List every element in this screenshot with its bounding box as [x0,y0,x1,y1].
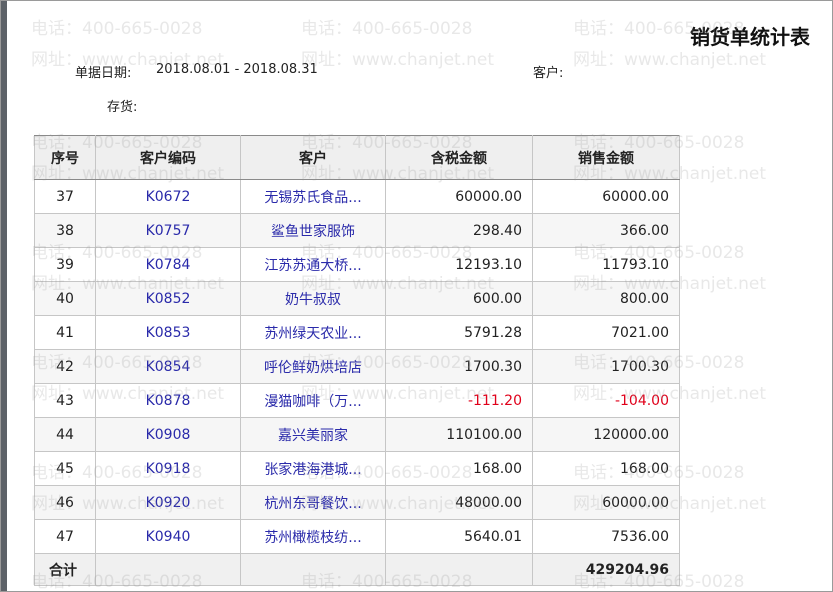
cell-sales-amount: 7536.00 [532,519,680,554]
cell-seq: 41 [34,315,96,350]
table-row[interactable]: 39 K0784 江苏苏通大桥... 12193.10 11793.10 [34,247,680,282]
column-header-customer-code[interactable]: 客户编码 [95,135,241,180]
table-row[interactable]: 45 K0918 张家港海港城... 168.00 168.00 [34,451,680,486]
cell-tax-amount: 5640.01 [385,519,533,554]
cell-customer-name[interactable]: 苏州绿天农业... [240,315,386,350]
cell-sales-amount: 800.00 [532,281,680,316]
watermark-site: 网址：www.chanjet.net [301,50,495,70]
column-header-customer[interactable]: 客户 [240,135,386,180]
cell-customer-name[interactable]: 嘉兴美丽家 [240,417,386,452]
cell-sales-amount: 168.00 [532,451,680,486]
cell-customer-name[interactable]: 苏州橄榄枝纺... [240,519,386,554]
cell-customer-code[interactable]: K0940 [95,519,241,554]
watermark-phone: 电话：400-665-0028 [31,19,203,39]
report-title: 销货单统计表 [690,25,810,49]
table-body: 37 K0672 无锡苏氏食品... 60000.00 60000.00 38 K0757 鲨… [34,179,680,554]
cell-tax-amount: 48000.00 [385,485,533,520]
cell-tax-amount: -111.20 [385,383,533,418]
cell-tax-amount: 60000.00 [385,179,533,214]
column-header-sales-amount[interactable]: 销售金额 [532,135,680,180]
cell-tax-amount: 5791.28 [385,315,533,350]
cell-customer-name[interactable]: 江苏苏通大桥... [240,247,386,282]
column-header-tax-amount[interactable]: 含税金额 [385,135,533,180]
cell-seq: 46 [34,485,96,520]
cell-customer-code[interactable]: K0757 [95,213,241,248]
report-window: 销货单统计表 单据日期: 2018.08.01 - 2018.08.31 客户:… [0,0,833,592]
table-header-row: 序号 客户编码 客户 含税金额 销售金额 [34,135,680,180]
total-label: 合计 [34,553,96,586]
cell-sales-amount: 1700.30 [532,349,680,384]
cell-sales-amount: -104.00 [532,383,680,418]
column-header-seq[interactable]: 序号 [34,135,96,180]
cell-seq: 43 [34,383,96,418]
table-row[interactable]: 43 K0878 漫猫咖啡（万... -111.20 -104.00 [34,383,680,418]
cell-customer-name[interactable]: 杭州东哥餐饮... [240,485,386,520]
table-row[interactable]: 47 K0940 苏州橄榄枝纺... 5640.01 7536.00 [34,519,680,554]
cell-seq: 47 [34,519,96,554]
cell-sales-amount: 366.00 [532,213,680,248]
table-row[interactable]: 46 K0920 杭州东哥餐饮... 48000.00 60000.00 [34,485,680,520]
cell-customer-name[interactable]: 呼伦鲜奶烘培店 [240,349,386,384]
cell-tax-amount: 12193.10 [385,247,533,282]
cell-seq: 39 [34,247,96,282]
cell-tax-amount: 1700.30 [385,349,533,384]
cell-tax-amount: 600.00 [385,281,533,316]
cell-customer-code[interactable]: K0908 [95,417,241,452]
left-edge-bar [1,1,7,591]
total-empty-cell [385,553,533,586]
cell-sales-amount: 60000.00 [532,485,680,520]
cell-customer-name[interactable]: 奶牛叔叔 [240,281,386,316]
cell-customer-name[interactable]: 漫猫咖啡（万... [240,383,386,418]
total-row: 合计 429204.96 [34,553,680,586]
cell-seq: 40 [34,281,96,316]
table-row[interactable]: 37 K0672 无锡苏氏食品... 60000.00 60000.00 [34,179,680,214]
cell-customer-name[interactable]: 张家港海港城... [240,451,386,486]
total-empty-cell [95,553,241,586]
table-row[interactable]: 44 K0908 嘉兴美丽家 110100.00 120000.00 [34,417,680,452]
cell-seq: 42 [34,349,96,384]
cell-sales-amount: 11793.10 [532,247,680,282]
cell-seq: 38 [34,213,96,248]
table-row[interactable]: 40 K0852 奶牛叔叔 600.00 800.00 [34,281,680,316]
cell-customer-code[interactable]: K0878 [95,383,241,418]
cell-customer-code[interactable]: K0852 [95,281,241,316]
cell-customer-code[interactable]: K0854 [95,349,241,384]
table-row[interactable]: 41 K0853 苏州绿天农业... 5791.28 7021.00 [34,315,680,350]
cell-customer-code[interactable]: K0672 [95,179,241,214]
cell-tax-amount: 168.00 [385,451,533,486]
cell-customer-code[interactable]: K0784 [95,247,241,282]
cell-tax-amount: 298.40 [385,213,533,248]
table-row[interactable]: 38 K0757 鲨鱼世家服饰 298.40 366.00 [34,213,680,248]
date-filter-value: 2018.08.01 - 2018.08.31 [156,62,318,77]
total-sales-amount: 429204.96 [532,553,680,586]
watermark-phone: 电话：400-665-0028 [301,19,473,39]
cell-seq: 44 [34,417,96,452]
total-empty-cell [240,553,386,586]
cell-seq: 37 [34,179,96,214]
cell-sales-amount: 120000.00 [532,417,680,452]
cell-customer-code[interactable]: K0853 [95,315,241,350]
stock-filter-label: 存货: [107,100,138,115]
cell-sales-amount: 60000.00 [532,179,680,214]
cell-seq: 45 [34,451,96,486]
cell-sales-amount: 7021.00 [532,315,680,350]
cell-customer-code[interactable]: K0918 [95,451,241,486]
sales-report-table: 序号 客户编码 客户 含税金额 销售金额 37 K0672 无锡苏氏食品... 600… [34,135,680,586]
table-row[interactable]: 42 K0854 呼伦鲜奶烘培店 1700.30 1700.30 [34,349,680,384]
cell-customer-name[interactable]: 无锡苏氏食品... [240,179,386,214]
customer-filter-label: 客户: [533,66,564,81]
watermark-site: 网址：www.chanjet.net [573,50,767,70]
date-filter-label: 单据日期: [75,66,132,81]
cell-customer-name[interactable]: 鲨鱼世家服饰 [240,213,386,248]
cell-customer-code[interactable]: K0920 [95,485,241,520]
cell-tax-amount: 110100.00 [385,417,533,452]
